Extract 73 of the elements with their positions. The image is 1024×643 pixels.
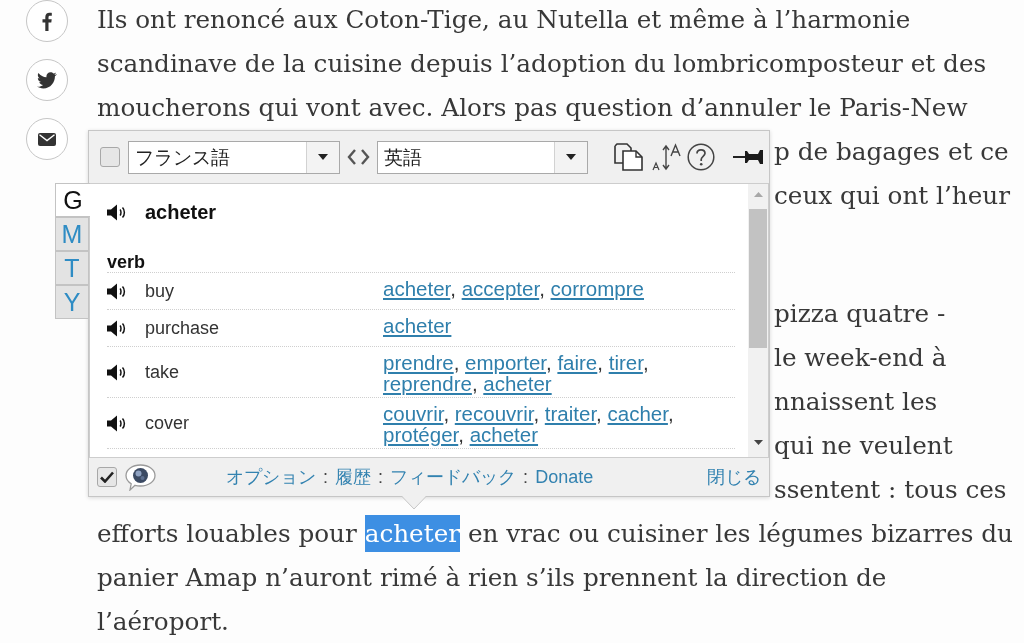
language-select[interactable]: 英語 (377, 140, 588, 174)
engine-tab[interactable]: Y (55, 285, 89, 319)
translation-link[interactable]: recouvrir (454, 402, 534, 425)
bird-icon (37, 71, 57, 89)
caret-icon (318, 154, 328, 160)
share-button[interactable] (26, 0, 68, 42)
translation-link[interactable]: faire (557, 351, 598, 374)
translation-link[interactable]: prendre (383, 351, 454, 374)
footer-link[interactable]: フィードバック (390, 466, 517, 487)
speaker-icon[interactable] (107, 204, 128, 221)
text-size-icon[interactable] (652, 143, 681, 171)
footer-links: オプション : 履歴 : フィードバック : Donate (226, 465, 594, 489)
entry-word: buy (145, 281, 175, 301)
translation-link[interactable]: cacher (607, 402, 668, 425)
paragraph-line: le week-end à (774, 343, 947, 372)
globe-speech-bubble-icon[interactable] (125, 463, 156, 491)
part-of-speech: verb (107, 252, 146, 272)
paragraph-line: efforts louables pour acheter en vrac ou cuisiner les légumes bizarres du (97, 515, 1013, 552)
translation-list: acheter, accepter, corrompre (383, 273, 703, 302)
paragraph-line: p de bagages et ce (774, 137, 1009, 166)
speaker-icon[interactable] (107, 363, 128, 381)
scrollbar-thumb[interactable] (749, 209, 767, 348)
checkbox[interactable] (100, 147, 120, 167)
paragraph-line: scandinave de la cuisine depuis l’adoption du lombricomposteur et des (97, 49, 987, 78)
language-select[interactable]: フランス語 (128, 140, 340, 174)
speaker-icon[interactable] (107, 414, 128, 432)
letter-f-icon (42, 11, 52, 31)
translation-link[interactable]: tirer (608, 351, 643, 374)
entry-word: purchase (145, 318, 220, 338)
translation-link[interactable]: accepter (461, 277, 540, 300)
paragraph-line: ceux qui ont l’heur (774, 181, 1011, 210)
checkbox[interactable] (97, 467, 117, 487)
left-right-chevrons-icon[interactable] (347, 149, 370, 165)
copy-icon[interactable] (614, 143, 643, 171)
translation-link[interactable]: corrompre (550, 277, 644, 300)
close-link[interactable]: 閉じる (707, 463, 761, 491)
engine-tab[interactable]: M (55, 217, 89, 251)
paragraph-line: moucherons qui vont avec. Alors pas question d’annuler le Paris-New (97, 93, 968, 122)
entry-word: take (145, 362, 180, 382)
paragraph-line: panier Amap n’auront rimé à rien s’ils prennent la direction de (97, 563, 887, 592)
engine-tab[interactable]: G (55, 183, 90, 217)
help-icon[interactable] (687, 143, 715, 171)
translation-link[interactable]: traiter (544, 402, 597, 425)
share-button[interactable] (26, 118, 68, 160)
footer-link[interactable]: 履歴 (335, 466, 372, 487)
pin-icon[interactable] (733, 148, 764, 166)
paragraph-line: qui ne veulent (774, 431, 953, 460)
translation-link[interactable]: acheter (383, 277, 451, 300)
paragraph-line: ssentent : tous ces (774, 475, 1007, 504)
translation-link[interactable]: protéger (383, 423, 459, 446)
translation-link[interactable]: couvrir (383, 402, 444, 425)
paragraph-line: l’aéroport. (97, 607, 229, 636)
paragraph-line: nnaissent les (774, 387, 938, 416)
translation-list: prendre, emporter, faire, tirer, reprendre, acheter (383, 347, 703, 397)
caret-icon (566, 154, 576, 160)
speaker-icon[interactable] (107, 319, 128, 337)
headword: acheter (145, 201, 217, 224)
envelope-icon (38, 132, 56, 146)
share-button[interactable] (26, 59, 68, 101)
entry-word: cover (145, 413, 189, 433)
translation-link[interactable]: emporter (465, 351, 546, 374)
scrollbar-track[interactable] (748, 184, 768, 457)
speaker-icon[interactable] (107, 282, 128, 300)
translation-list: couvrir, recouvrir, traiter, cacher, protéger, acheter (383, 398, 703, 448)
translation-link[interactable]: acheter (469, 423, 539, 446)
footer-link[interactable]: オプション (226, 466, 316, 487)
checkmark-icon (100, 471, 114, 483)
engine-tab[interactable]: T (55, 251, 89, 285)
footer-link[interactable]: Donate (535, 466, 594, 487)
scroll-down-icon[interactable] (753, 440, 763, 445)
paragraph-line: Ils ont renoncé aux Coton-Tige, au Nutella et même à l’harmonie (97, 5, 911, 34)
translation-link[interactable]: acheter (383, 314, 452, 337)
paragraph-line: pizza quatre - (774, 299, 946, 328)
